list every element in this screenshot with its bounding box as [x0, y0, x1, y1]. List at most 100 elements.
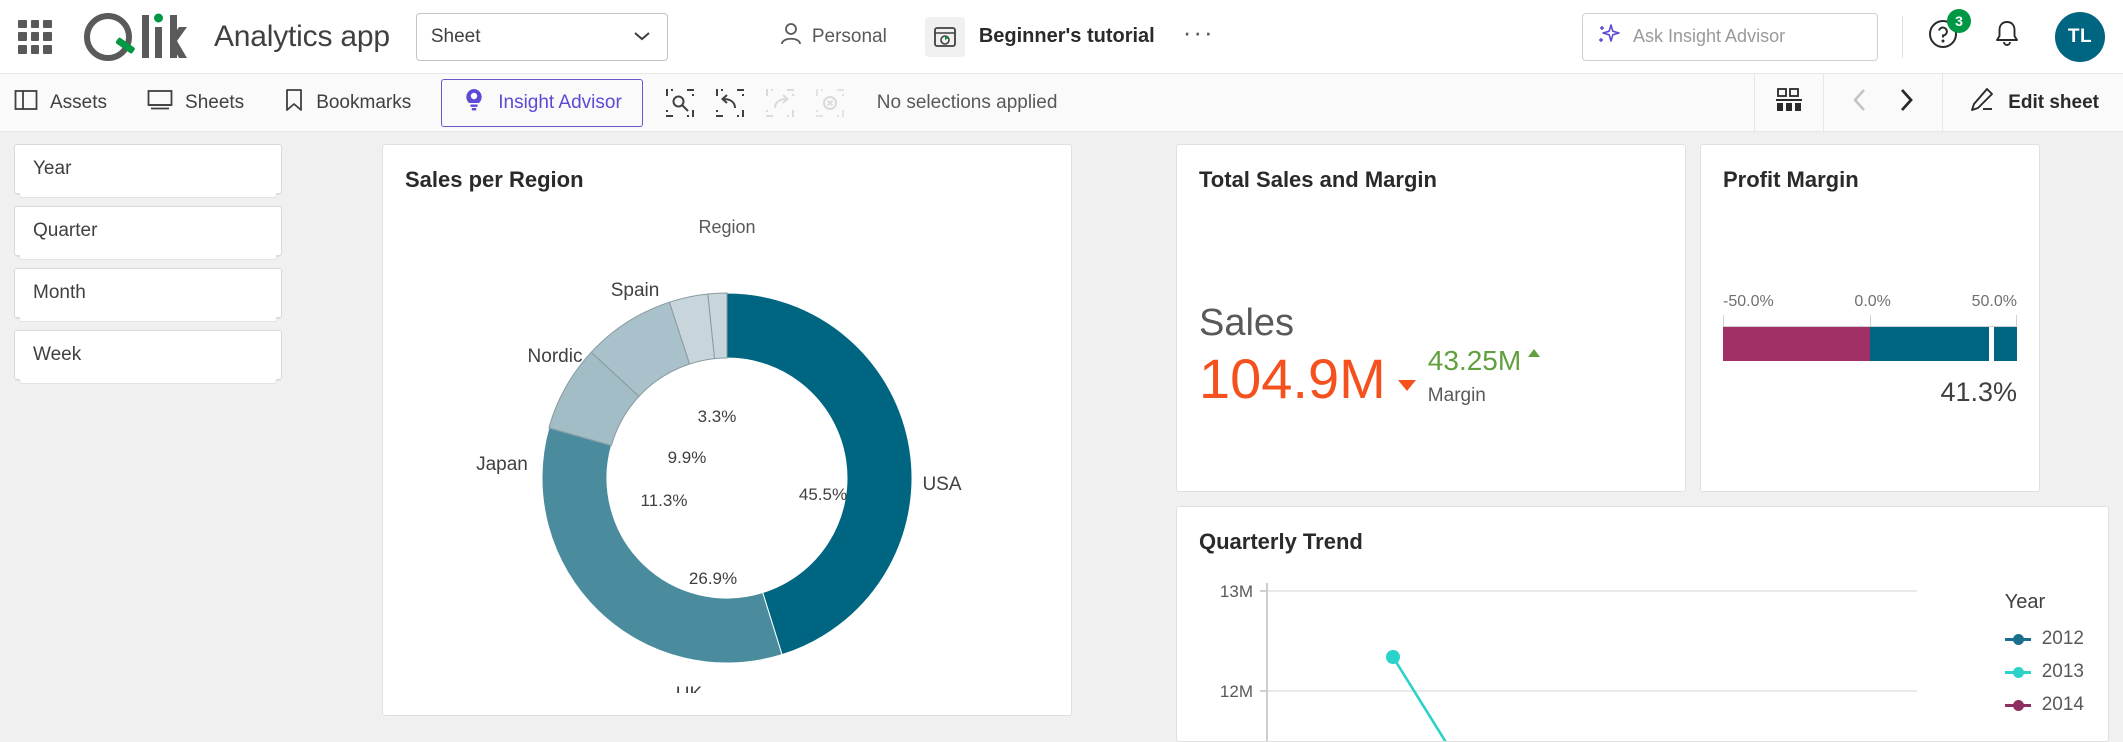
chart-total-sales-and-margin[interactable]: Total Sales and Margin Sales 104.9M 43.2…: [1176, 144, 1686, 492]
gauge-bar: [1723, 327, 2017, 361]
app-header: Analytics app Sheet Personal Beginner's …: [0, 0, 2123, 74]
qlik-logo[interactable]: [80, 11, 188, 63]
clear-selections-icon[interactable]: [815, 88, 845, 118]
kpi-secondary-group: 43.25M Margin: [1427, 344, 1541, 407]
donut-label-spain: Spain: [611, 280, 660, 301]
chart-legend: Year 2012 2013 2014: [2004, 591, 2084, 727]
chart-title: Quarterly Trend: [1199, 529, 1363, 554]
legend-label: 2014: [2041, 694, 2084, 715]
insight-advisor-label: Insight Advisor: [498, 91, 622, 113]
sheet-overview-button[interactable]: [1755, 74, 1823, 131]
filter-pane-label: Month: [33, 282, 86, 303]
gauge-tick-max: 50.0%: [1971, 293, 2017, 310]
sheet-toolbar: Assets Sheets Bookmarks Insight Advisor …: [0, 74, 2123, 132]
right-column: Total Sales and Margin Sales 104.9M 43.2…: [1176, 144, 2109, 742]
toolbar-item-sheets[interactable]: Sheets: [127, 74, 264, 131]
legend-label: 2013: [2041, 661, 2084, 682]
chevron-down-icon: [633, 26, 651, 48]
more-options-button[interactable]: ···: [1183, 19, 1215, 47]
chart-title: Sales per Region: [405, 167, 584, 192]
space-chip[interactable]: Beginner's tutorial: [924, 16, 1155, 57]
kpi-value-row: 104.9M 43.25M Margin: [1177, 344, 1685, 410]
gauge-axis-ticks: -50.0% 0.0% 50.0%: [1723, 293, 2017, 311]
gauge-tick-mid: 0.0%: [1854, 293, 1891, 310]
donut-label-uk: UK: [676, 684, 703, 693]
kpi-measure-label: Sales: [1199, 302, 1295, 344]
header-center-group: Personal Beginner's tutorial ···: [780, 16, 1215, 57]
sheet-selector[interactable]: Sheet: [415, 12, 668, 61]
sheets-icon: [147, 89, 173, 117]
legend-item-2014[interactable]: 2014: [2004, 694, 2084, 716]
donut-label-nordic: Nordic: [528, 346, 583, 367]
grid-view-icon: [1775, 87, 1803, 119]
app-launcher-icon[interactable]: [18, 19, 52, 54]
donut-chart[interactable]: USA UK Japan Nordic Spain 45.5% 26.9% 11…: [383, 263, 1071, 693]
edit-sheet-label: Edit sheet: [2008, 91, 2099, 113]
trend-down-icon: [1397, 379, 1416, 391]
y-tick-12M: 12M: [1220, 682, 1253, 701]
personal-space-button[interactable]: Personal: [780, 22, 887, 52]
selection-controls: No selections applied: [643, 88, 1058, 118]
donut-label-usa: USA: [922, 474, 961, 495]
chart-title: Total Sales and Margin: [1199, 167, 1437, 192]
donut-value-usa: 45.5%: [799, 485, 847, 504]
gauge-chart[interactable]: -50.0% 0.0% 50.0% 41.3%: [1723, 293, 2017, 408]
next-sheet-icon[interactable]: [1896, 87, 1916, 118]
chart-profit-margin[interactable]: Profit Margin -50.0% 0.0% 50.0% 41.3%: [1700, 144, 2040, 492]
kpi-row: Total Sales and Margin Sales 104.9M 43.2…: [1176, 144, 2109, 492]
gauge-negative-segment: [1723, 327, 1870, 361]
edit-sheet-button[interactable]: Edit sheet: [1943, 87, 2123, 119]
selection-status-label: No selections applied: [876, 91, 1058, 113]
gauge-positive-segment: [1870, 327, 2017, 361]
header-right-group: 3 TL: [1582, 9, 2105, 62]
filter-pane-month[interactable]: Month: [14, 268, 282, 322]
sparkle-icon: [1597, 22, 1621, 51]
header-divider: [1902, 15, 1903, 58]
filter-pane-week[interactable]: Week: [14, 330, 282, 384]
chart-quarterly-trend[interactable]: Quarterly Trend 13M 12M Year 2012 2013 2…: [1176, 506, 2109, 742]
gauge-axis-midtick: [1870, 315, 1871, 326]
donut-value-nordic: 9.9%: [668, 448, 707, 467]
step-forward-icon[interactable]: [765, 88, 795, 118]
help-button[interactable]: 3: [1927, 9, 1971, 55]
assets-label: Assets: [50, 91, 108, 113]
kpi-secondary-label: Margin: [1427, 384, 1486, 406]
toolbar-item-insight-advisor[interactable]: Insight Advisor: [441, 78, 643, 127]
sheet-selector-label: Sheet: [430, 25, 481, 47]
previous-sheet-icon[interactable]: [1850, 87, 1870, 118]
help-notification-badge: 3: [1947, 9, 1971, 33]
notifications-button[interactable]: [1993, 19, 2021, 54]
avatar[interactable]: TL: [2055, 11, 2105, 62]
filter-pane-label: Year: [33, 158, 72, 179]
filter-pane-label: Week: [33, 344, 82, 365]
search-input[interactable]: [1633, 26, 1863, 47]
donut-label-japan: Japan: [476, 454, 528, 475]
gauge-axis-line: [1723, 315, 2017, 327]
donut-slice-uk[interactable]: [541, 427, 783, 664]
kpi-body: Sales 104.9M 43.25M Margin: [1177, 302, 1685, 410]
toolbar-item-bookmarks[interactable]: Bookmarks: [264, 74, 431, 131]
toolbar-item-assets[interactable]: Assets: [0, 74, 127, 131]
insight-advisor-search[interactable]: [1582, 12, 1878, 61]
filter-pane-quarter[interactable]: Quarter: [14, 206, 282, 260]
donut-value-japan: 11.3%: [641, 491, 688, 510]
search-selections-icon[interactable]: [665, 88, 695, 118]
kpi-primary-value: 104.9M: [1199, 346, 1386, 410]
gauge-value-label: 41.3%: [1940, 377, 2017, 407]
page-title: Analytics app: [214, 19, 390, 53]
legend-title: Year: [2004, 591, 2046, 613]
legend-item-2013[interactable]: 2013: [2004, 661, 2084, 683]
personal-label: Personal: [811, 25, 887, 47]
legend-item-2012[interactable]: 2012: [2004, 628, 2084, 650]
filter-pane-year[interactable]: Year: [14, 144, 282, 198]
gauge-value-marker: [1989, 327, 1995, 361]
line-chart-plot[interactable]: 13M 12M: [1177, 569, 1958, 741]
gauge-tick-min: -50.0%: [1723, 293, 1774, 310]
step-back-icon[interactable]: [715, 88, 745, 118]
bookmarks-label: Bookmarks: [316, 91, 412, 113]
bookmark-icon: [284, 88, 304, 118]
chart-sales-per-region[interactable]: Sales per Region Region USA Japan Nordic…: [382, 144, 1072, 716]
space-name-label: Beginner's tutorial: [978, 25, 1155, 47]
kpi-secondary-value: 43.25M: [1427, 344, 1522, 376]
user-icon: [780, 22, 802, 52]
